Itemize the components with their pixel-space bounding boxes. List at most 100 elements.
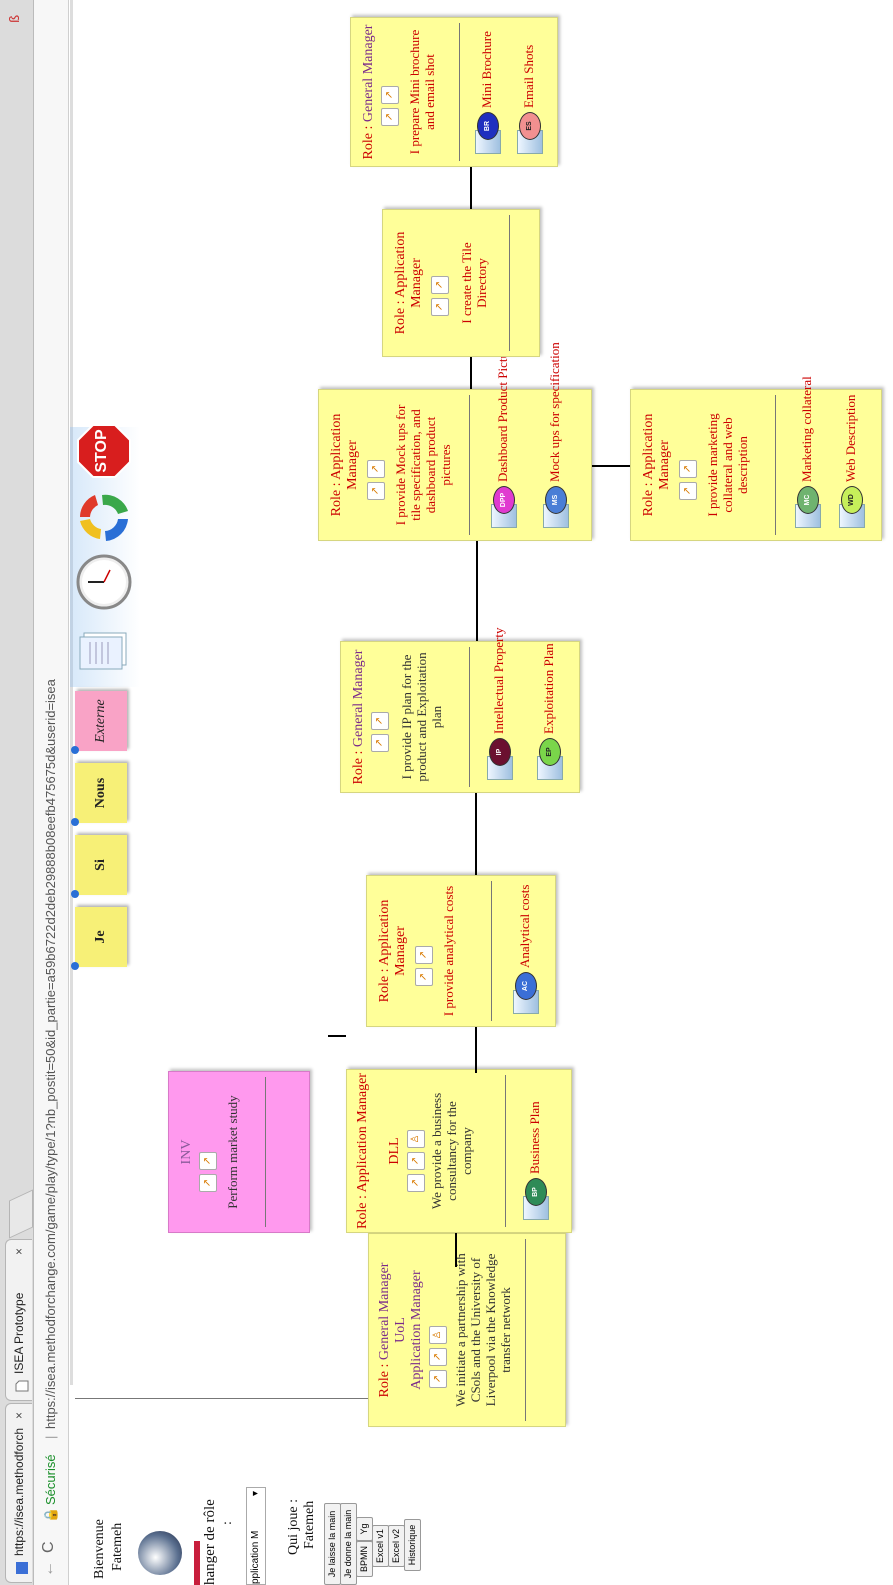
edit-icon[interactable]: ↗ — [199, 1152, 217, 1170]
pin-icon — [71, 818, 79, 826]
activity-card-5[interactable]: Role : Application Manager ↗ ↗ I provide… — [318, 342, 592, 541]
activity-text: Perform market study — [225, 1095, 240, 1209]
new-tab-button[interactable] — [9, 1189, 33, 1239]
role-line: Role : Application Manager — [641, 413, 672, 517]
flow-arrow — [455, 1233, 457, 1267]
activity-text: I provide IP plan for the product and Ex… — [399, 652, 444, 782]
historique-button[interactable]: Historique — [404, 1519, 421, 1571]
edit-icon[interactable]: ↗ — [431, 276, 449, 294]
role-select-value: pplication M — [250, 1530, 261, 1584]
role-select[interactable]: pplication M ▾ — [246, 1487, 266, 1585]
role-line: UoL — [393, 1317, 408, 1343]
reload-icon[interactable]: C — [40, 1541, 58, 1553]
connector-line — [592, 465, 630, 467]
edit-icon[interactable]: ↗ — [381, 108, 399, 126]
tab-label: ISEA Prototype — [12, 1292, 26, 1374]
card-divider — [469, 395, 470, 535]
tab-methodforchange[interactable]: https://isea.methodforch × — [5, 1403, 32, 1583]
edit-icon[interactable]: ↗ — [679, 460, 697, 478]
card-divider — [459, 23, 460, 161]
role-line: Role : Application Manager — [377, 899, 408, 1003]
avatar — [138, 1531, 182, 1575]
edit-icon[interactable]: ↗ — [371, 712, 389, 730]
postit-nous[interactable]: Nous — [71, 763, 127, 826]
edit-icon[interactable]: ↗ — [415, 946, 433, 964]
excel-v1-button[interactable]: Excel v1 — [372, 1525, 389, 1567]
team-card-inv[interactable]: INV ↗ ↗ Perform market study — [168, 1071, 310, 1233]
activity-card-2[interactable]: Role : Application Manager DLL ↗ ↗ ♙ We … — [346, 1069, 572, 1233]
tab-label: https://isea.methodforch — [12, 1427, 26, 1556]
card-divider — [469, 647, 470, 787]
page-icon — [12, 1379, 29, 1393]
close-tab-icon[interactable]: × — [6, 1248, 32, 1255]
activity-card-4[interactable]: Role : General Manager ↗ ↗ I provide IP … — [340, 628, 580, 793]
user-icon[interactable]: ♙ — [407, 1130, 425, 1148]
colon-label: : — [220, 1521, 235, 1525]
refresh-cycle-icon[interactable] — [76, 489, 132, 545]
flow-arrow — [476, 541, 478, 641]
lock-icon: 🔒 — [43, 1506, 58, 1523]
role-line: Role : Application Manager — [393, 231, 424, 335]
edit-icon[interactable]: ↗ — [415, 968, 433, 986]
card-divider — [491, 881, 492, 1021]
welcome-user: Fatemeh — [110, 1522, 125, 1571]
qui-joue-user: Fatemeh — [302, 1500, 317, 1549]
card-divider — [505, 1075, 506, 1227]
url-divider: | — [43, 1435, 58, 1439]
edit-icon[interactable]: ↗ — [429, 1370, 447, 1388]
changer-role-label: hanger de rôle — [202, 1499, 218, 1585]
activity-card-1[interactable]: Role : General Manager UoL Application M… — [368, 1233, 566, 1427]
left-panel: Bienvenue Fatemeh hanger de rôle : pplic… — [70, 1400, 893, 1585]
edit-icon[interactable]: ↗ — [407, 1152, 425, 1170]
role-line: Role : General Manager — [377, 1262, 392, 1398]
pin-icon — [71, 890, 79, 898]
bpmn-button[interactable]: BPMN — [356, 1541, 373, 1577]
postit-si[interactable]: Si — [71, 835, 127, 898]
activity-card-6[interactable]: Role : Application Manager ↗ ↗ I provide… — [630, 376, 882, 541]
welcome-label: Bienvenue — [92, 1519, 107, 1579]
edit-icon[interactable]: ↗ — [381, 86, 399, 104]
activity-text: I create the Tile Directory — [459, 242, 489, 324]
edit-icon[interactable]: ↗ — [367, 460, 385, 478]
edit-icon[interactable]: ↗ — [431, 298, 449, 316]
activity-text: We initiate a partnership with CSols and… — [453, 1253, 513, 1407]
back-icon[interactable]: ← — [40, 1561, 58, 1577]
edit-icon[interactable]: ↗ — [371, 734, 389, 752]
user-icon[interactable]: ♙ — [429, 1326, 447, 1344]
edit-icon[interactable]: ↗ — [367, 482, 385, 500]
url-field[interactable]: https://isea.methodforchange.com/game/pl… — [43, 679, 58, 1429]
je-donne-la-main-button[interactable]: Je donne la main — [340, 1503, 357, 1585]
site-favicon-icon — [12, 1561, 28, 1575]
notes-icon[interactable] — [78, 629, 132, 673]
edit-icon[interactable]: ↗ — [429, 1348, 447, 1366]
postit-je[interactable]: Je — [71, 907, 127, 970]
address-bar: ← C 🔒 Sécurisé | https://isea.methodforc… — [34, 0, 69, 1585]
stop-sign-icon[interactable]: STOP — [76, 423, 132, 479]
activity-text: I provide Mock ups for tile specificatio… — [393, 404, 453, 526]
tab-strip: https://isea.methodforch × ISEA Prototyp… — [0, 0, 34, 1585]
flow-arrow — [470, 357, 472, 389]
clock-icon[interactable] — [76, 554, 132, 610]
edit-icon[interactable]: ↗ — [679, 482, 697, 500]
pin-icon — [71, 746, 79, 754]
yg-button[interactable]: Yg — [356, 1517, 373, 1541]
extension-icon[interactable]: ß — [8, 15, 23, 23]
activity-card-7[interactable]: Role : Application Manager ↗ ↗ I create … — [382, 209, 540, 357]
card-divider — [525, 1239, 526, 1421]
tab-isea-prototype[interactable]: ISEA Prototype × — [5, 1239, 32, 1401]
postit-externe[interactable]: Externe — [71, 691, 127, 754]
excel-v2-button[interactable]: Excel v2 — [388, 1525, 405, 1567]
flow-arrow — [470, 167, 472, 209]
role-line: Role : General Manager — [351, 649, 366, 785]
team-label: INV — [179, 1139, 194, 1165]
activity-card-3[interactable]: Role : Application Manager ↗ ↗ I provide… — [366, 875, 556, 1027]
stop-label: STOP — [93, 429, 110, 473]
je-laisse-la-main-button[interactable]: Je laisse la main — [324, 1503, 341, 1585]
card-divider — [509, 215, 510, 351]
connector-line — [328, 1035, 346, 1037]
edit-icon[interactable]: ↗ — [407, 1174, 425, 1192]
pin-icon — [71, 962, 79, 970]
activity-card-8[interactable]: Role : General Manager ↗ ↗ I prepare Min… — [350, 17, 558, 167]
edit-icon[interactable]: ↗ — [199, 1174, 217, 1192]
close-tab-icon[interactable]: × — [6, 1412, 32, 1419]
